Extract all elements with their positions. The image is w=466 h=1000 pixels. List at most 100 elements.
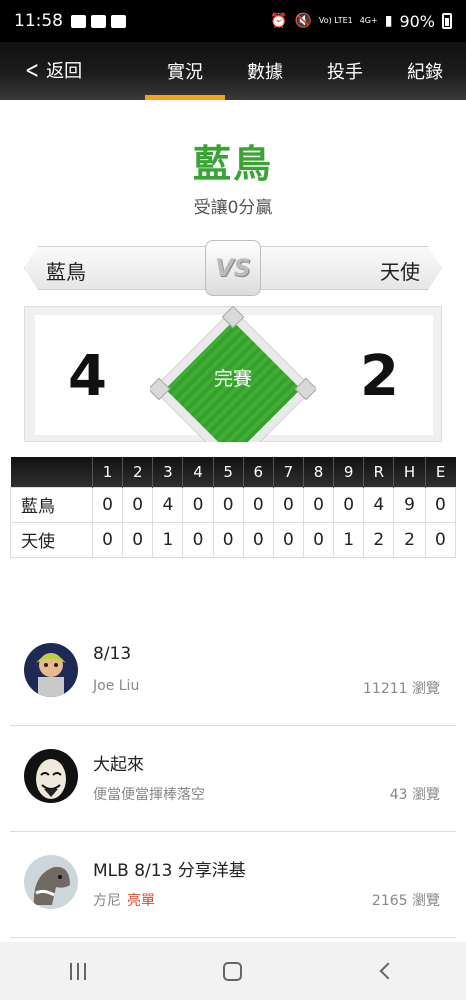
mail-notification-icon [91,14,106,28]
header-cell: 6 [242,457,274,487]
away-team-name: 天使 [380,260,420,284]
home-team-name: 藍鳥 [46,260,86,284]
score-cell: 0 [212,486,244,523]
mute-icon: 🔇 [294,13,312,29]
tab-records[interactable]: 紀錄 [385,42,465,100]
avatar[interactable] [24,749,78,803]
recent-apps-icon [69,962,86,980]
post-author: 方尼 亮單 [93,890,155,910]
header-cell: 3 [152,457,183,487]
score-cell: 9 [393,486,426,523]
winner-team: 藍鳥 [192,142,273,186]
network-indicator: 4G+ [359,16,378,25]
header-cell: 4 [182,457,214,487]
list-item[interactable]: MLB 8/13 分享洋基 方尼 亮單 2165 瀏覽 [10,832,456,938]
home-icon [223,961,243,981]
score-cell: 0 [272,521,304,558]
header-cell: 9 [333,457,364,487]
post-author: Joe Liu [93,678,139,694]
post-title[interactable]: 大起來 [93,750,144,775]
score-cell: 0 [182,486,214,523]
home-button[interactable] [203,951,263,991]
header-cell: 1 [91,457,123,487]
battery-percent: 90% [399,11,435,31]
lte-indicator: Vo) LTE1 [318,16,353,25]
chevron-left-icon: < [25,56,40,84]
score-cell: 0 [242,521,274,558]
back-button[interactable]: < 返回 [22,56,82,84]
score-cell: 0 [122,486,154,523]
header-cell [10,457,93,487]
line-score-header: 1 2 3 4 5 6 7 8 9 R H E [10,457,456,487]
handicap-result: 受讓0分贏 [193,198,273,218]
author-name: Joe Liu [93,678,140,694]
team-cell: 藍鳥 [10,486,93,523]
score-cell: 0 [424,486,457,523]
vs-badge: VS [205,240,261,296]
post-title[interactable]: 8/13 [93,644,131,664]
check-notification-icon [111,14,126,28]
header-cell: R [363,457,394,487]
score-cell: 0 [122,521,154,558]
team-cell: 天使 [10,521,93,558]
header-cell: 5 [212,457,244,487]
back-icon [379,962,397,980]
tab-pitchers[interactable]: 投手 [305,42,385,100]
avatar[interactable] [24,643,78,697]
header-cell: 8 [302,457,334,487]
score-cell: 1 [152,521,184,558]
post-tag: 亮單 [127,893,155,909]
score-cell: 0 [424,521,457,558]
tab-bar: 實況 數據 投手 紀錄 [145,42,465,100]
recent-apps-button[interactable] [48,951,108,991]
header-cell: H [393,457,426,487]
table-row: 天使 0 0 1 0 0 0 0 0 1 2 2 0 [10,521,457,558]
score-cell: 0 [302,486,335,523]
home-score: 4 [68,344,107,409]
score-cell: 1 [333,521,365,558]
away-score: 2 [360,344,399,409]
alarm-icon: ⏰ [270,13,288,29]
back-label: 返回 [46,61,83,82]
tab-stats[interactable]: 數據 [225,42,305,100]
score-cell: 0 [182,521,214,558]
score-cell: 0 [242,486,274,523]
score-cell: 0 [302,521,335,558]
score-cell: 0 [212,521,244,558]
notification-icons [71,14,126,28]
author-name: 便當便當揮棒落空 [93,787,205,803]
gallery-notification-icon [71,14,86,28]
author-name: 方尼 [93,893,121,909]
table-row: 藍鳥 0 0 4 0 0 0 0 0 0 4 9 0 [10,486,457,523]
post-views: 11211 瀏覽 [363,681,440,697]
score-cell: 0 [272,486,304,523]
header-cell: E [424,457,456,487]
score-cell: 2 [393,521,426,558]
post-title[interactable]: MLB 8/13 分享洋基 [93,856,246,881]
tab-live[interactable]: 實況 [145,42,225,100]
battery-icon [442,13,452,29]
header-cell: 7 [272,457,304,487]
list-item[interactable]: 8/13 Joe Liu 11211 瀏覽 [10,620,456,726]
post-views: 43 瀏覽 [389,787,440,803]
top-navigation: < 返回 實況 數據 投手 紀錄 [0,42,466,100]
score-cell: 0 [91,521,124,558]
score-cell: 4 [363,486,395,523]
post-author: 便當便當揮棒落空 [93,784,205,804]
signal-icon: ▮ [384,13,393,29]
system-icons: ⏰ 🔇 Vo) LTE1 4G+ ▮ 90% [270,12,452,31]
score-cell: 2 [363,521,395,558]
score-cell: 0 [333,486,365,523]
status-bar: 11:58 ⏰ 🔇 Vo) LTE1 4G+ ▮ 90% [0,0,466,42]
score-cell: 4 [152,486,184,523]
score-cell: 0 [91,486,124,523]
header-cell: 2 [122,457,153,487]
avatar[interactable] [24,855,78,909]
game-status: 完賽 [213,368,252,390]
line-score-table: 1 2 3 4 5 6 7 8 9 R H E 藍鳥 0 0 4 0 0 0 0… [10,457,457,558]
status-time: 11:58 [14,11,63,31]
system-navigation-bar [0,942,466,1000]
system-back-button[interactable] [358,951,418,991]
post-views: 2165 瀏覽 [371,893,440,909]
list-item[interactable]: 大起來 便當便當揮棒落空 43 瀏覽 [10,726,456,832]
